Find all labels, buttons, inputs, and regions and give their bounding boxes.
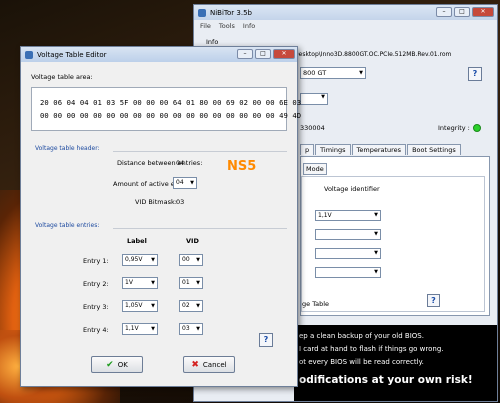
menu-file[interactable]: File xyxy=(200,22,211,30)
info-label: Info xyxy=(206,38,219,46)
warning-line-2: I card at hand to flash if things go wro… xyxy=(299,345,444,353)
device-code: 330004 xyxy=(300,124,325,132)
menu-bar: File Tools Info xyxy=(194,20,497,31)
app-icon xyxy=(198,8,206,17)
integrity-label: Integrity : xyxy=(438,124,470,132)
editor-maximize-button[interactable]: □ xyxy=(255,49,271,59)
minimize-button[interactable]: – xyxy=(436,7,452,17)
entries-section-title: Voltage table entries: xyxy=(35,222,100,229)
tab-temperatures[interactable]: Temperatures xyxy=(351,144,407,155)
distance-label: Distance between entries: xyxy=(117,159,203,167)
vid-bitmask-label: VID Bitmask: xyxy=(135,198,177,206)
header-section-title: Voltage table header: xyxy=(35,145,100,152)
voltage-table-label: ge Table xyxy=(302,300,329,308)
x-icon: ✖ xyxy=(191,359,199,370)
entry-4-voltage-select[interactable]: 1,1V ▼ xyxy=(122,323,158,335)
ok-button[interactable]: ✔ OK xyxy=(91,356,143,373)
close-button[interactable]: ✕ xyxy=(472,7,494,17)
warning-line-3: ot every BIOS will be read correctly. xyxy=(299,358,424,366)
entry-2-vid-select[interactable]: 01 ▼ xyxy=(179,277,203,289)
voltage-table-area-label: Voltage table area: xyxy=(31,73,93,81)
cancel-label: Cancel xyxy=(202,360,227,369)
entries-divider xyxy=(113,228,287,229)
entry-4-label: Entry 4: xyxy=(83,326,109,334)
header-divider xyxy=(113,151,287,152)
editor-title: Voltage Table Editor xyxy=(37,50,107,59)
bios-path: \Desktop\Inno3D.8800GT.OC.PCIe.512MB.Rev… xyxy=(292,51,452,58)
voltage-select-3[interactable]: ▼ xyxy=(315,248,381,259)
distance-value: 04 xyxy=(176,159,185,167)
warning-risk: odifications at your own risk! xyxy=(299,374,473,386)
column-vid-header: VID xyxy=(186,237,199,245)
tab-panel: Mode Voltage identifier 1,1V ▼ ▼ ▼ ▼ ge T… xyxy=(300,156,490,316)
warning-area: ep a clean backup of your old BIOS. I ca… xyxy=(294,325,497,401)
entry-2-voltage-select[interactable]: 1V ▼ xyxy=(122,277,158,289)
secondary-select[interactable] xyxy=(300,93,328,105)
maximize-button[interactable]: □ xyxy=(454,7,470,17)
integrity-status-icon xyxy=(472,124,481,132)
editor-app-icon xyxy=(25,50,33,59)
active-entries-select[interactable]: 04 ▼ xyxy=(173,177,197,189)
entry-1-voltage-select[interactable]: 0,95V ▼ xyxy=(122,254,158,266)
editor-minimize-button[interactable]: – xyxy=(237,49,253,59)
entry-3-voltage-select[interactable]: 1,05V ▼ xyxy=(122,300,158,312)
editor-close-button[interactable]: ✕ xyxy=(273,49,295,59)
voltage-select-2[interactable]: ▼ xyxy=(315,229,381,240)
warning-line-1: ep a clean backup of your old BIOS. xyxy=(299,332,424,340)
tab-clocks[interactable]: p xyxy=(300,144,315,155)
voltage-select-4[interactable]: ▼ xyxy=(315,267,381,278)
tab-boot-settings[interactable]: Boot Settings xyxy=(407,144,461,155)
tab-bar: p Timings Temperatures Boot Settings xyxy=(300,144,462,155)
tab-timings[interactable]: Timings xyxy=(315,144,351,155)
voltage-help-button[interactable]: ? xyxy=(427,294,440,307)
entry-1-label: Entry 1: xyxy=(83,257,109,265)
checkmark-icon: ✔ xyxy=(106,359,114,370)
ok-label: OK xyxy=(117,360,128,369)
integrity-indicator: Integrity : xyxy=(438,124,481,132)
voltage-table-editor-window: Voltage Table Editor – □ ✕ Voltage table… xyxy=(20,46,301,387)
entry-4-vid-select[interactable]: 03 ▼ xyxy=(179,323,203,335)
card-select[interactable]: 800 GT xyxy=(300,67,366,79)
entry-3-label: Entry 3: xyxy=(83,303,109,311)
entry-2-label: Entry 2: xyxy=(83,280,109,288)
mode-tab[interactable]: Mode xyxy=(303,163,327,175)
menu-info[interactable]: Info xyxy=(243,22,255,30)
editor-help-button[interactable]: ? xyxy=(259,333,273,347)
hex-line-2: 00 00 00 00 00 00 00 00 00 00 00 00 00 0… xyxy=(40,111,302,120)
hex-area[interactable]: 20 06 04 04 01 03 5F 00 00 00 64 01 80 0… xyxy=(31,87,301,131)
cancel-button[interactable]: ✖ Cancel xyxy=(183,356,235,373)
voltage-identifier-label: Voltage identifier xyxy=(324,185,380,193)
voltage-group: Voltage identifier 1,1V ▼ ▼ ▼ ▼ ge Table … xyxy=(301,176,485,312)
nibitor-title: NiBiTor 3.5b xyxy=(210,8,252,17)
menu-tools[interactable]: Tools xyxy=(219,22,235,30)
hex-line-1: 20 06 04 04 01 03 5F 00 00 00 64 01 80 0… xyxy=(40,98,302,107)
vid-bitmask-value: 03 xyxy=(176,198,185,206)
column-label-header: Label xyxy=(127,237,147,245)
voltage-select-1[interactable]: 1,1V ▼ xyxy=(315,210,381,221)
entry-3-vid-select[interactable]: 02 ▼ xyxy=(179,300,203,312)
annotation-label: NS5 xyxy=(227,159,257,174)
entry-1-vid-select[interactable]: 00 ▼ xyxy=(179,254,203,266)
help-button[interactable]: ? xyxy=(468,67,482,81)
